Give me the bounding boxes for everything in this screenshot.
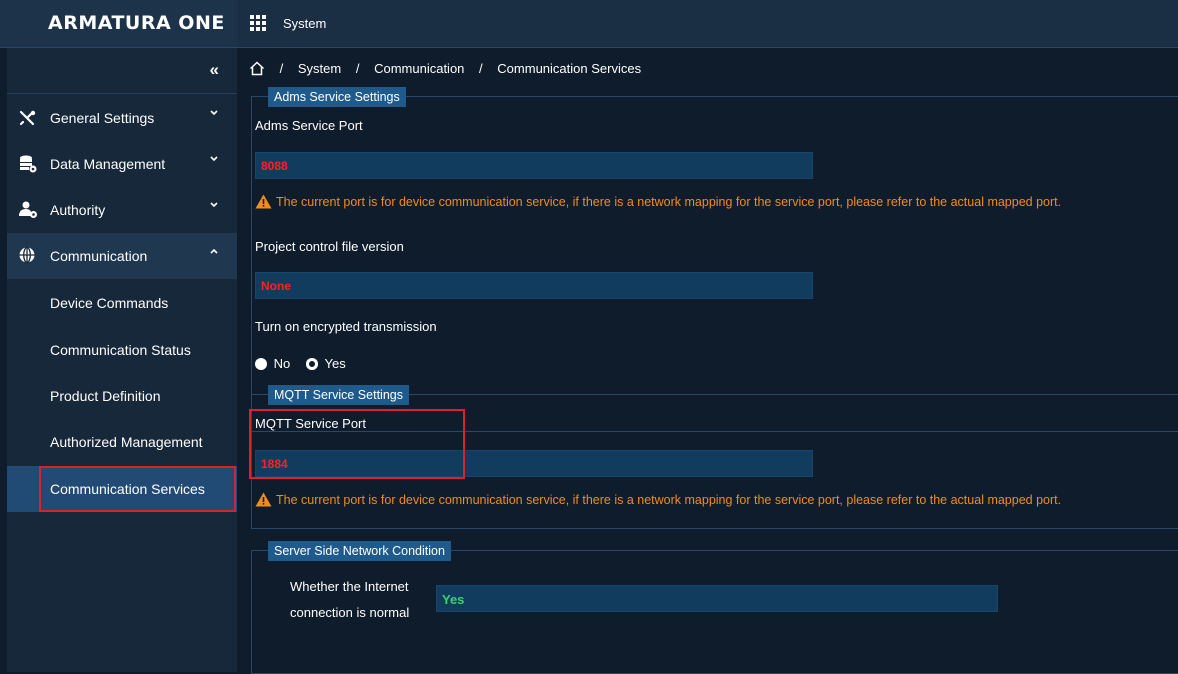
tools-icon (18, 108, 38, 128)
sidebar-subitem-label: Authorized Management (50, 434, 203, 450)
breadcrumb-separator: / (479, 61, 483, 76)
adms-port-field[interactable]: 8088 (255, 152, 813, 179)
internet-status-value: Yes (436, 585, 998, 612)
top-bar: ARMATURA ONE System (0, 0, 1178, 48)
warning-text: The current port is for device communica… (276, 195, 1062, 209)
radio-no[interactable] (255, 358, 267, 370)
breadcrumb-separator: / (279, 61, 284, 76)
radio-yes-label[interactable]: Yes (325, 356, 346, 371)
sidebar-subitem-label: Device Commands (50, 295, 169, 311)
chevron-up-icon (209, 245, 219, 259)
internet-status-text: Yes (442, 592, 465, 607)
section-legend: Adms Service Settings (268, 87, 406, 107)
radio-yes[interactable] (305, 358, 318, 370)
chevron-down-icon (209, 153, 219, 167)
radio-no-label[interactable]: No (274, 356, 291, 371)
highlight-box (39, 466, 236, 512)
logo-area: ARMATURA ONE (0, 0, 237, 47)
sidebar-subitem-label: Communication Status (50, 342, 191, 358)
adms-service-section: Adms Service Settings (251, 87, 1178, 432)
sidebar-item-label: General Settings (50, 110, 155, 126)
chevron-down-icon (209, 107, 219, 121)
globe-icon (18, 246, 38, 266)
internet-status-label-line2: connection is normal (290, 605, 410, 620)
mqtt-port-warning: The current port is for device communica… (255, 492, 1061, 507)
database-icon (18, 154, 38, 174)
breadcrumb-item: Communication Services (497, 61, 642, 76)
main-content: / System / Communication / Communication… (237, 48, 1178, 674)
version-field[interactable]: None (255, 272, 813, 299)
sidebar-subitem-device-commands[interactable]: Device Commands (7, 280, 237, 326)
highlight-box (249, 409, 465, 479)
sidebar-subitem-authorized-management[interactable]: Authorized Management (7, 419, 237, 465)
encrypt-label: Turn on encrypted transmission (255, 319, 437, 334)
sidebar-item-data-management[interactable]: Data Management (7, 141, 237, 187)
sidebar-item-label: Communication (50, 248, 148, 264)
apps-grid-icon[interactable] (250, 15, 266, 31)
sidebar-subitem-label: Product Definition (50, 388, 161, 404)
sidebar-divider (7, 93, 237, 94)
adms-port-warning: The current port is for device communica… (255, 194, 1061, 209)
breadcrumb: / System / Communication / Communication… (249, 61, 641, 79)
sidebar: « General Settings Data Management Autho… (7, 48, 237, 672)
warning-icon (255, 194, 272, 209)
sidebar-subitem-communication-status[interactable]: Communication Status (7, 327, 237, 373)
sidebar-subitem-product-definition[interactable]: Product Definition (7, 373, 237, 419)
chevron-down-icon (209, 199, 219, 213)
breadcrumb-item[interactable]: Communication (374, 61, 464, 76)
adms-port-label: Adms Service Port (255, 118, 363, 133)
sidebar-item-label: Authority (50, 202, 106, 218)
section-legend: Server Side Network Condition (268, 541, 451, 561)
sidebar-item-label: Data Management (50, 156, 166, 172)
collapse-sidebar-icon[interactable]: « (210, 60, 219, 80)
internet-status-label-line1: Whether the Internet (290, 579, 409, 594)
logo: ARMATURA ONE (48, 12, 225, 34)
breadcrumb-item[interactable]: System (298, 61, 341, 76)
app-title[interactable]: System (283, 16, 326, 31)
section-legend: MQTT Service Settings (268, 385, 409, 405)
warning-icon (255, 492, 272, 507)
users-icon (18, 200, 38, 220)
breadcrumb-separator: / (355, 61, 360, 76)
version-label: Project control file version (255, 239, 404, 254)
sidebar-item-general-settings[interactable]: General Settings (7, 95, 237, 141)
encrypt-radio-group: No Yes (255, 356, 346, 371)
home-icon[interactable] (249, 61, 265, 79)
sidebar-item-communication[interactable]: Communication (7, 233, 237, 279)
sidebar-item-authority[interactable]: Authority (7, 187, 237, 233)
warning-text: The current port is for device communica… (276, 493, 1062, 507)
